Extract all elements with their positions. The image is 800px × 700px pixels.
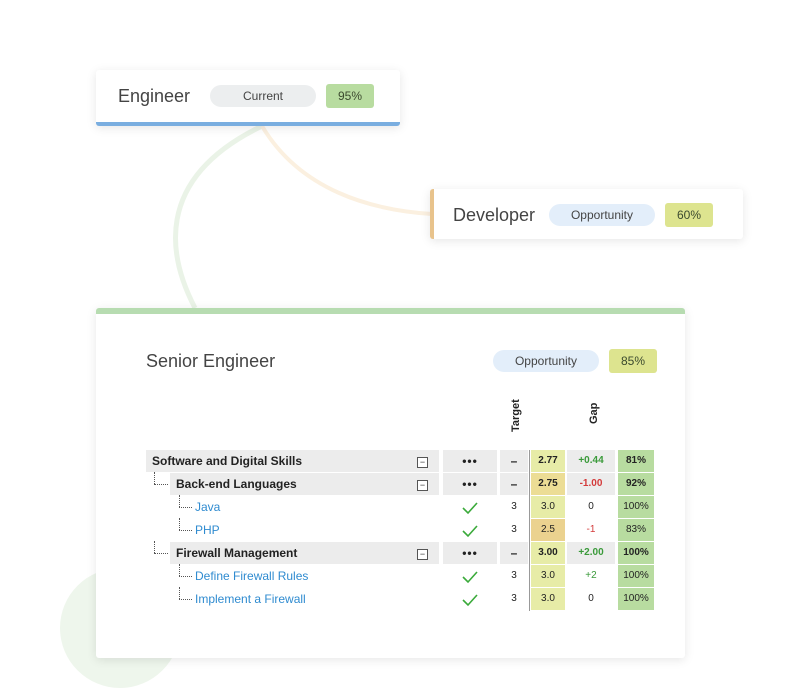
tree-connector [179,495,180,507]
tree-connector [179,518,180,530]
target-value: – [500,450,528,472]
skill-group-label: Firewall Management [170,542,439,564]
status-badge: Current [210,85,316,107]
tree-connector [179,599,192,600]
checkmark-icon [462,594,478,607]
match-percent: 100% [618,565,654,587]
tree-connector [179,587,180,599]
match-percent: 100% [618,542,654,564]
target-value: 3 [511,570,517,581]
checkmark-icon [462,525,478,538]
tree-connector [154,472,155,484]
score-value: 2.5 [531,519,565,541]
skill-group-label: Software and Digital Skills [146,450,439,472]
collapse-toggle-icon[interactable]: − [417,480,428,491]
status-badge: Opportunity [493,350,599,372]
match-percent: 100% [618,588,654,610]
skill-group-label: Back-end Languages [170,473,439,495]
tree-connector [179,564,180,576]
target-value: – [500,542,528,564]
skill-link[interactable]: PHP [193,519,439,541]
collapse-toggle-icon[interactable]: − [417,457,428,468]
score-value: 3.0 [531,588,565,610]
match-percent: 81% [618,450,654,472]
skill-link[interactable]: Java [193,496,439,518]
tree-connector [179,576,192,577]
card-title: Engineer [118,86,191,106]
match-percent: 92% [618,473,654,495]
target-value: 3 [511,524,517,535]
row-actions-menu[interactable]: ••• [443,542,497,564]
match-percent: 83% [618,519,654,541]
tree-connector [179,507,192,508]
connector-line-developer [260,124,433,216]
senior-engineer-card: Senior Engineer Opportunity 85% Target G… [96,308,685,658]
score-value: 3.0 [531,496,565,518]
card-title: Developer [453,205,536,225]
status-badge: Opportunity [549,204,655,226]
match-percent-badge: 85% [609,349,657,373]
tree-connector [154,553,168,554]
column-header-target: Target [510,399,522,432]
row-actions-menu[interactable]: ••• [443,450,497,472]
gap-value: +2 [585,570,597,581]
gap-value: +0.44 [567,450,615,472]
tree-connector [154,484,168,485]
engineer-card[interactable]: Engineer Current 95% [96,70,400,126]
column-divider [529,450,530,611]
score-value: 3.00 [531,542,565,564]
match-percent: 100% [618,496,654,518]
score-value: 3.0 [531,565,565,587]
score-value: 2.77 [531,450,565,472]
match-percent-badge: 60% [665,203,713,227]
tree-connector [179,530,192,531]
match-percent-badge: 95% [326,84,374,108]
gap-value: 0 [588,593,594,604]
gap-value: +2.00 [567,542,615,564]
target-value: 3 [511,593,517,604]
gap-value: -1 [586,524,596,535]
checkmark-icon [462,571,478,584]
card-title: Senior Engineer [146,351,276,371]
gap-value: 0 [588,501,594,512]
gap-value: -1.00 [567,473,615,495]
developer-card[interactable]: Developer Opportunity 60% [430,189,743,239]
checkmark-icon [462,502,478,515]
row-actions-menu[interactable]: ••• [443,473,497,495]
target-value: – [500,473,528,495]
target-value: 3 [511,501,517,512]
column-header-gap: Gap [588,402,600,424]
skill-link[interactable]: Implement a Firewall [193,588,439,610]
tree-connector [154,541,155,553]
connector-line-senior [173,123,264,310]
score-value: 2.75 [531,473,565,495]
skill-link[interactable]: Define Firewall Rules [193,565,439,587]
collapse-toggle-icon[interactable]: − [417,549,428,560]
